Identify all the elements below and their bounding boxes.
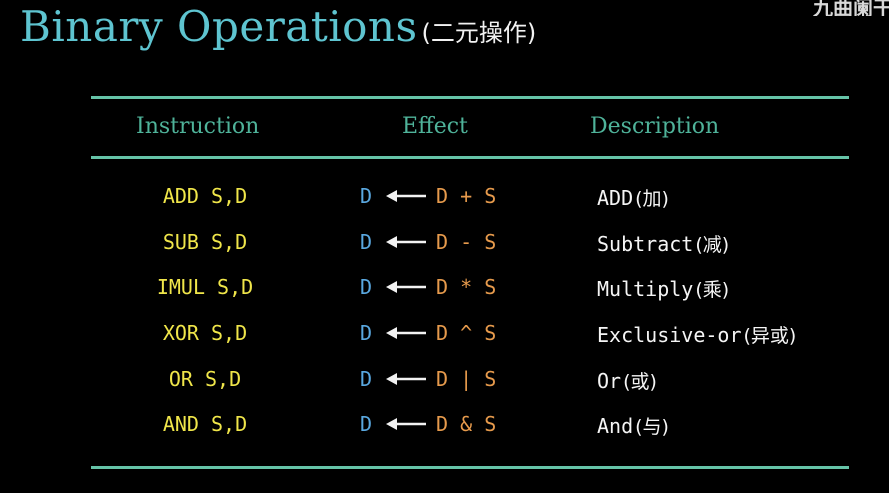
slide-title: Binary Operations (二元操作) (20, 2, 536, 51)
slide-title-main: Binary Operations (20, 2, 418, 51)
effect-dest: D (360, 184, 373, 208)
table-row: ADD S,D D D + S ADD (加) (0, 178, 889, 218)
left-arrow-icon (386, 189, 427, 203)
instruction-cell: SUB S,D (162, 230, 248, 254)
effect-cell: D D & S (360, 412, 496, 436)
effect-dest: D (360, 412, 373, 436)
description-cell: Subtract (减) (597, 230, 729, 257)
effect-expression: D + S (436, 184, 497, 208)
description-text: Exclusive-or (597, 323, 742, 347)
table-row: IMUL S,D D D * S Multiply (乘) (0, 269, 889, 309)
effect-dest: D (360, 367, 373, 391)
effect-expression: D | S (436, 367, 497, 391)
effect-expression: D * S (436, 275, 497, 299)
description-cell: Multiply (乘) (597, 275, 729, 302)
effect-dest: D (360, 275, 373, 299)
description-cell: Exclusive-or (异或) (597, 321, 796, 348)
header-effect: Effect (402, 114, 468, 139)
description-chinese: (或) (623, 371, 657, 393)
description-cell: Or (或) (597, 367, 657, 394)
description-chinese: (减) (695, 234, 730, 256)
description-chinese: (与) (635, 416, 669, 438)
description-cell: And (与) (597, 412, 669, 439)
left-arrow-icon (386, 417, 427, 431)
description-text: Or (597, 369, 622, 393)
instruction-cell: XOR S,D (162, 321, 248, 345)
effect-cell: D D ^ S (360, 321, 496, 345)
effect-expression: D & S (436, 412, 497, 436)
description-chinese: (异或) (743, 325, 797, 347)
instruction-cell: OR S,D (168, 367, 242, 391)
table-bottom-rule (91, 466, 849, 469)
table-top-rule (91, 96, 849, 99)
slide-title-subtitle: (二元操作) (421, 19, 537, 47)
instruction-cell: AND S,D (162, 412, 248, 436)
description-text: ADD (597, 186, 634, 210)
effect-cell: D D | S (360, 367, 496, 391)
table-row: OR S,D D D | S Or (或) (0, 361, 889, 401)
table-row: XOR S,D D D ^ S Exclusive-or (异或) (0, 315, 889, 355)
instruction-cell: ADD S,D (162, 184, 248, 208)
header-instruction: Instruction (136, 114, 260, 139)
description-text: And (597, 414, 634, 438)
table-header-rule (91, 156, 849, 159)
left-arrow-icon (386, 326, 427, 340)
effect-cell: D D - S (360, 230, 496, 254)
effect-dest: D (360, 230, 373, 254)
left-arrow-icon (386, 280, 427, 294)
instruction-cell: IMUL S,D (156, 275, 254, 299)
header-description: Description (590, 114, 720, 139)
table-row: SUB S,D D D - S Subtract (减) (0, 224, 889, 264)
table-row: AND S,D D D & S And (与) (0, 406, 889, 446)
effect-cell: D D + S (360, 184, 496, 208)
effect-cell: D D * S (360, 275, 496, 299)
effect-expression: D ^ S (436, 321, 497, 345)
left-arrow-icon (386, 372, 427, 386)
description-text: Subtract (597, 232, 694, 256)
effect-dest: D (360, 321, 373, 345)
watermark: 九曲阑干 (813, 0, 889, 16)
effect-expression: D - S (436, 230, 497, 254)
description-cell: ADD (加) (597, 184, 669, 211)
description-chinese: (加) (635, 188, 669, 210)
description-chinese: (乘) (695, 279, 730, 301)
left-arrow-icon (386, 235, 427, 249)
description-text: Multiply (597, 277, 694, 301)
